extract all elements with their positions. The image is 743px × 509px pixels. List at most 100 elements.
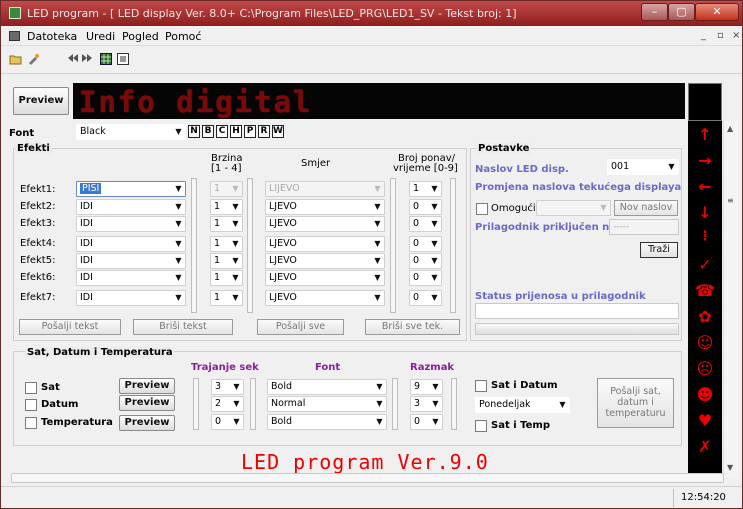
effect-direction-select[interactable]: LJEVO ▼: [265, 290, 385, 306]
effect-type-select[interactable]: IDI ▼: [76, 290, 186, 306]
arrow-down-icon[interactable]: ↓: [694, 203, 716, 222]
scroll-up-icon[interactable]: ▲: [727, 124, 733, 133]
flower-icon[interactable]: ✿: [694, 307, 716, 326]
scroll-down-icon[interactable]: ▼: [727, 463, 733, 472]
list-view-icon[interactable]: [117, 53, 129, 68]
format-n-button[interactable]: N: [188, 125, 200, 138]
effect-type-select[interactable]: IDI ▼: [76, 236, 186, 252]
effect-type-select[interactable]: IDI ▼: [76, 270, 186, 286]
sat-spacing-select[interactable]: 9 ▼: [410, 379, 443, 395]
menu-uredi[interactable]: Uredi: [86, 30, 115, 43]
temperatura-spacing-select[interactable]: 0 ▼: [410, 414, 443, 430]
format-p-button[interactable]: P: [244, 125, 256, 138]
next-icon[interactable]: [81, 53, 93, 66]
angry-face-icon[interactable]: ☻: [694, 385, 716, 404]
sat-checkbox[interactable]: [25, 382, 37, 394]
effect-count-select[interactable]: 0 ▼: [409, 290, 442, 306]
sat-i-datum-checkbox[interactable]: [475, 380, 487, 392]
scroll-grip-icon[interactable]: ≡: [727, 196, 734, 205]
menu-datoteka[interactable]: Datoteka: [27, 30, 77, 43]
send-clock-button[interactable]: Pošalji sat, datum i temperaturu: [597, 378, 674, 428]
mdi-restore-button[interactable]: ▫: [717, 30, 724, 41]
heart-icon[interactable]: ♥: [694, 411, 716, 430]
trazi-button[interactable]: Traži: [640, 242, 678, 258]
dots-icon[interactable]: ⋮: [694, 229, 716, 244]
effect-type-select[interactable]: IDI ▼: [76, 253, 186, 269]
temperatura-font-select[interactable]: Bold ▼: [267, 414, 387, 430]
arrow-right-icon[interactable]: →: [694, 151, 716, 170]
effect-direction-select[interactable]: LJEVO ▼: [265, 216, 385, 232]
preview-button[interactable]: Preview: [13, 87, 69, 115]
effect-speed-select[interactable]: 1 ▼: [210, 181, 243, 197]
open-folder-icon[interactable]: [9, 53, 23, 68]
horizontal-scrollbar[interactable]: [11, 473, 724, 483]
format-h-button[interactable]: H: [230, 125, 242, 138]
temperatura-checkbox[interactable]: [25, 417, 37, 429]
format-b-button[interactable]: B: [202, 125, 214, 138]
sat-preview-button[interactable]: Preview: [119, 378, 175, 394]
effect-count-select[interactable]: 0 ▼: [409, 236, 442, 252]
menu-pogled[interactable]: Pogled: [122, 30, 159, 43]
effect-count-select[interactable]: 0 ▼: [409, 253, 442, 269]
menu-pomoc[interactable]: Pomoć: [165, 30, 201, 43]
effect-count-select[interactable]: 1 ▼: [409, 181, 442, 197]
send-text-button[interactable]: Pošalji tekst: [19, 319, 121, 335]
arrow-left-icon[interactable]: ←: [694, 177, 716, 196]
effect-direction-select[interactable]: LJEVO ▼: [265, 253, 385, 269]
effect-count-select[interactable]: 0 ▼: [409, 270, 442, 286]
temperatura-preview-button[interactable]: Preview: [119, 415, 175, 431]
format-c-button[interactable]: C: [216, 125, 228, 138]
minimize-button[interactable]: –: [641, 3, 668, 21]
effect-type-select[interactable]: IDI ▼: [76, 216, 186, 232]
datum-checkbox[interactable]: [25, 399, 37, 411]
format-w-button[interactable]: W: [272, 125, 284, 138]
nov-naslov-button[interactable]: Nov naslov: [614, 200, 678, 216]
effect-speed-select[interactable]: 1 ▼: [210, 290, 243, 306]
effect-count-select[interactable]: 0 ▼: [409, 199, 442, 215]
maximize-button[interactable]: ▢: [668, 3, 695, 21]
sat-font-select[interactable]: Bold ▼: [267, 379, 387, 395]
arrow-up-icon[interactable]: ↑: [694, 125, 716, 144]
effect-type-select[interactable]: IDI ▼: [76, 199, 186, 215]
effect-type-select[interactable]: PISI ▼: [76, 181, 186, 197]
delete-text-button[interactable]: Briši tekst: [133, 319, 233, 335]
cross-icon[interactable]: ✗: [694, 437, 716, 456]
effect-direction-select[interactable]: LIJEVO ▼: [265, 181, 385, 197]
sat-duration-select[interactable]: 3 ▼: [211, 379, 244, 395]
effect-direction-select[interactable]: LJEVO ▼: [265, 270, 385, 286]
close-button[interactable]: ✕: [695, 3, 739, 21]
send-all-button[interactable]: Pošalji sve: [257, 319, 344, 335]
effect-count-select[interactable]: 0 ▼: [409, 216, 442, 232]
effect-speed-select[interactable]: 1 ▼: [210, 270, 243, 286]
delete-all-text-button[interactable]: Briši sve tek.: [365, 319, 460, 335]
smiley-icon[interactable]: ☺: [694, 333, 716, 352]
omoguci-select[interactable]: ▼: [536, 200, 611, 216]
datum-spacing-select[interactable]: 3 ▼: [410, 396, 443, 412]
previous-icon[interactable]: [67, 53, 79, 66]
vertical-scrollbar[interactable]: ▲ ≡ ▼: [723, 121, 738, 478]
effect-speed-select[interactable]: 1 ▼: [210, 253, 243, 269]
datum-duration-select[interactable]: 2 ▼: [211, 396, 244, 412]
sad-face-icon[interactable]: ☹: [694, 359, 716, 378]
effect-speed-select[interactable]: 1 ▼: [210, 216, 243, 232]
omoguci-checkbox[interactable]: [476, 203, 488, 215]
prilagodnik-field[interactable]: -----: [609, 219, 679, 235]
tools-icon[interactable]: [27, 53, 41, 68]
datum-preview-button[interactable]: Preview: [119, 395, 175, 411]
effect-direction-select[interactable]: LJEVO ▼: [265, 199, 385, 215]
document-icon[interactable]: [9, 31, 20, 41]
effect-direction-select[interactable]: LJEVO ▼: [265, 236, 385, 252]
naslov-select[interactable]: 001 ▼: [607, 159, 679, 175]
day-select[interactable]: Ponedeljak ▼: [475, 397, 570, 413]
font-select[interactable]: Black ▼: [76, 124, 186, 140]
effect-speed-select[interactable]: 1 ▼: [210, 199, 243, 215]
format-r-button[interactable]: R: [258, 125, 270, 138]
checkmark-icon[interactable]: ✓: [694, 255, 716, 274]
effect-speed-select[interactable]: 1 ▼: [210, 236, 243, 252]
temperatura-duration-select[interactable]: 0 ▼: [211, 414, 244, 430]
phone-icon[interactable]: ☎: [694, 281, 716, 300]
mdi-minimize-button[interactable]: _: [701, 30, 706, 41]
grid-view-icon[interactable]: [100, 53, 112, 68]
sat-i-temp-checkbox[interactable]: [475, 420, 487, 432]
mdi-close-button[interactable]: ×: [732, 30, 740, 41]
